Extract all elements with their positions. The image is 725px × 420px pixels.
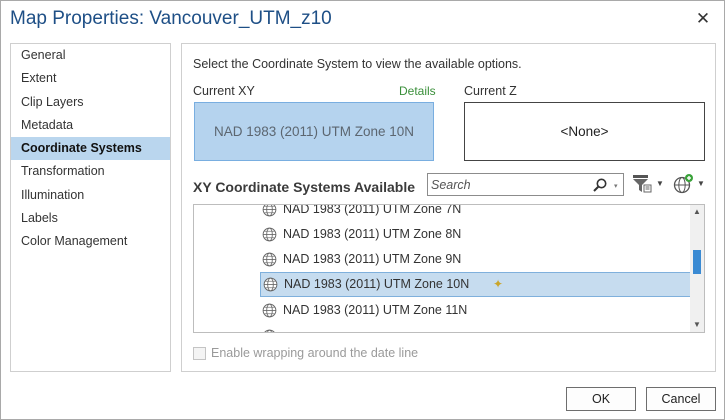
map-properties-dialog: Map Properties: Vancouver_UTM_z10 ✕ Gene… — [0, 0, 725, 420]
available-systems-heading: XY Coordinate Systems Available — [193, 179, 416, 195]
list-item[interactable]: NAD 1983 (2011) UTM Zone 9N — [194, 247, 690, 272]
sidebar-item-transformation[interactable]: Transformation — [11, 160, 170, 183]
list-item-label: NAD 1983 (2011) UTM Zone 10N — [284, 277, 470, 291]
current-xy-box[interactable]: NAD 1983 (2011) UTM Zone 10N — [194, 102, 434, 161]
scroll-down-icon[interactable]: ▼ — [690, 318, 704, 332]
filter-button[interactable]: ▼ — [631, 172, 665, 196]
current-z-box[interactable]: <None> — [464, 102, 705, 161]
list-item-label: NAD 1983 (2011) UTM Zone 9N — [283, 252, 462, 266]
coordinate-systems-panel: Select the Coordinate System to view the… — [181, 43, 716, 372]
sidebar-item-general[interactable]: General — [11, 44, 170, 67]
title-bar: Map Properties: Vancouver_UTM_z10 ✕ — [1, 1, 724, 39]
cancel-button[interactable]: Cancel — [646, 387, 716, 411]
globe-icon — [262, 227, 277, 242]
globe-icon — [262, 205, 277, 217]
scroll-thumb[interactable] — [693, 250, 701, 274]
favorite-pin-icon[interactable]: ✦ — [493, 277, 503, 291]
globe-icon — [262, 252, 277, 267]
list-item[interactable]: NAD 1983 (2011) UTM Zone 8N — [194, 222, 690, 247]
list-scrollbar[interactable]: ▲ ▼ — [690, 205, 704, 332]
wrap-dateline-label: Enable wrapping around the date line — [211, 346, 419, 360]
sidebar-item-illumination[interactable]: Illumination — [11, 184, 170, 207]
sidebar-item-color-management[interactable]: Color Management — [11, 230, 170, 253]
search-dropdown-icon[interactable]: ▾ — [614, 182, 622, 190]
add-globe-icon — [673, 174, 693, 194]
list-item-label: NAD 1983 (2011) UTM Zone 8N — [283, 227, 462, 241]
list-item-partial[interactable] — [194, 324, 690, 332]
wrap-dateline-checkbox[interactable] — [193, 347, 206, 360]
list-item-label: NAD 1983 (2011) UTM Zone 7N — [283, 204, 462, 216]
filter-icon — [633, 175, 652, 193]
globe-dropdown-icon: ▼ — [697, 179, 705, 188]
list-item-selected[interactable]: NAD 1983 (2011) UTM Zone 10N ✦ — [260, 272, 692, 297]
globe-icon — [263, 277, 278, 292]
sidebar-item-coordinate-systems[interactable]: Coordinate Systems — [11, 137, 170, 161]
filter-dropdown-icon: ▼ — [656, 179, 664, 188]
sidebar-item-labels[interactable]: Labels — [11, 207, 170, 230]
coordinate-systems-list[interactable]: NAD 1983 (2011) UTM Zone 7N NAD 1983 (20… — [193, 204, 705, 333]
search-box[interactable]: ▾ — [427, 173, 624, 196]
current-z-label: Current Z — [464, 84, 517, 98]
list-item[interactable]: NAD 1983 (2011) UTM Zone 7N — [194, 204, 690, 222]
scroll-up-icon[interactable]: ▲ — [690, 205, 704, 219]
sidebar: General Extent Clip Layers Metadata Coor… — [10, 43, 171, 372]
sidebar-item-metadata[interactable]: Metadata — [11, 114, 170, 137]
globe-icon — [264, 329, 275, 332]
instruction-text: Select the Coordinate System to view the… — [193, 57, 522, 71]
current-xy-label: Current XY — [193, 84, 255, 98]
search-icon[interactable] — [592, 177, 608, 193]
add-coordinate-system-button[interactable]: ▼ — [672, 172, 706, 196]
search-input[interactable] — [431, 175, 581, 194]
globe-icon — [262, 303, 277, 318]
list-item-label: NAD 1983 (2011) UTM Zone 11N — [283, 303, 468, 317]
sidebar-item-clip-layers[interactable]: Clip Layers — [11, 91, 170, 114]
ok-button[interactable]: OK — [566, 387, 636, 411]
sidebar-item-extent[interactable]: Extent — [11, 67, 170, 90]
details-link[interactable]: Details — [399, 84, 436, 98]
dialog-title: Map Properties: Vancouver_UTM_z10 — [10, 8, 332, 29]
list-item[interactable]: NAD 1983 (2011) UTM Zone 11N — [194, 298, 690, 323]
close-button[interactable]: ✕ — [692, 8, 714, 30]
